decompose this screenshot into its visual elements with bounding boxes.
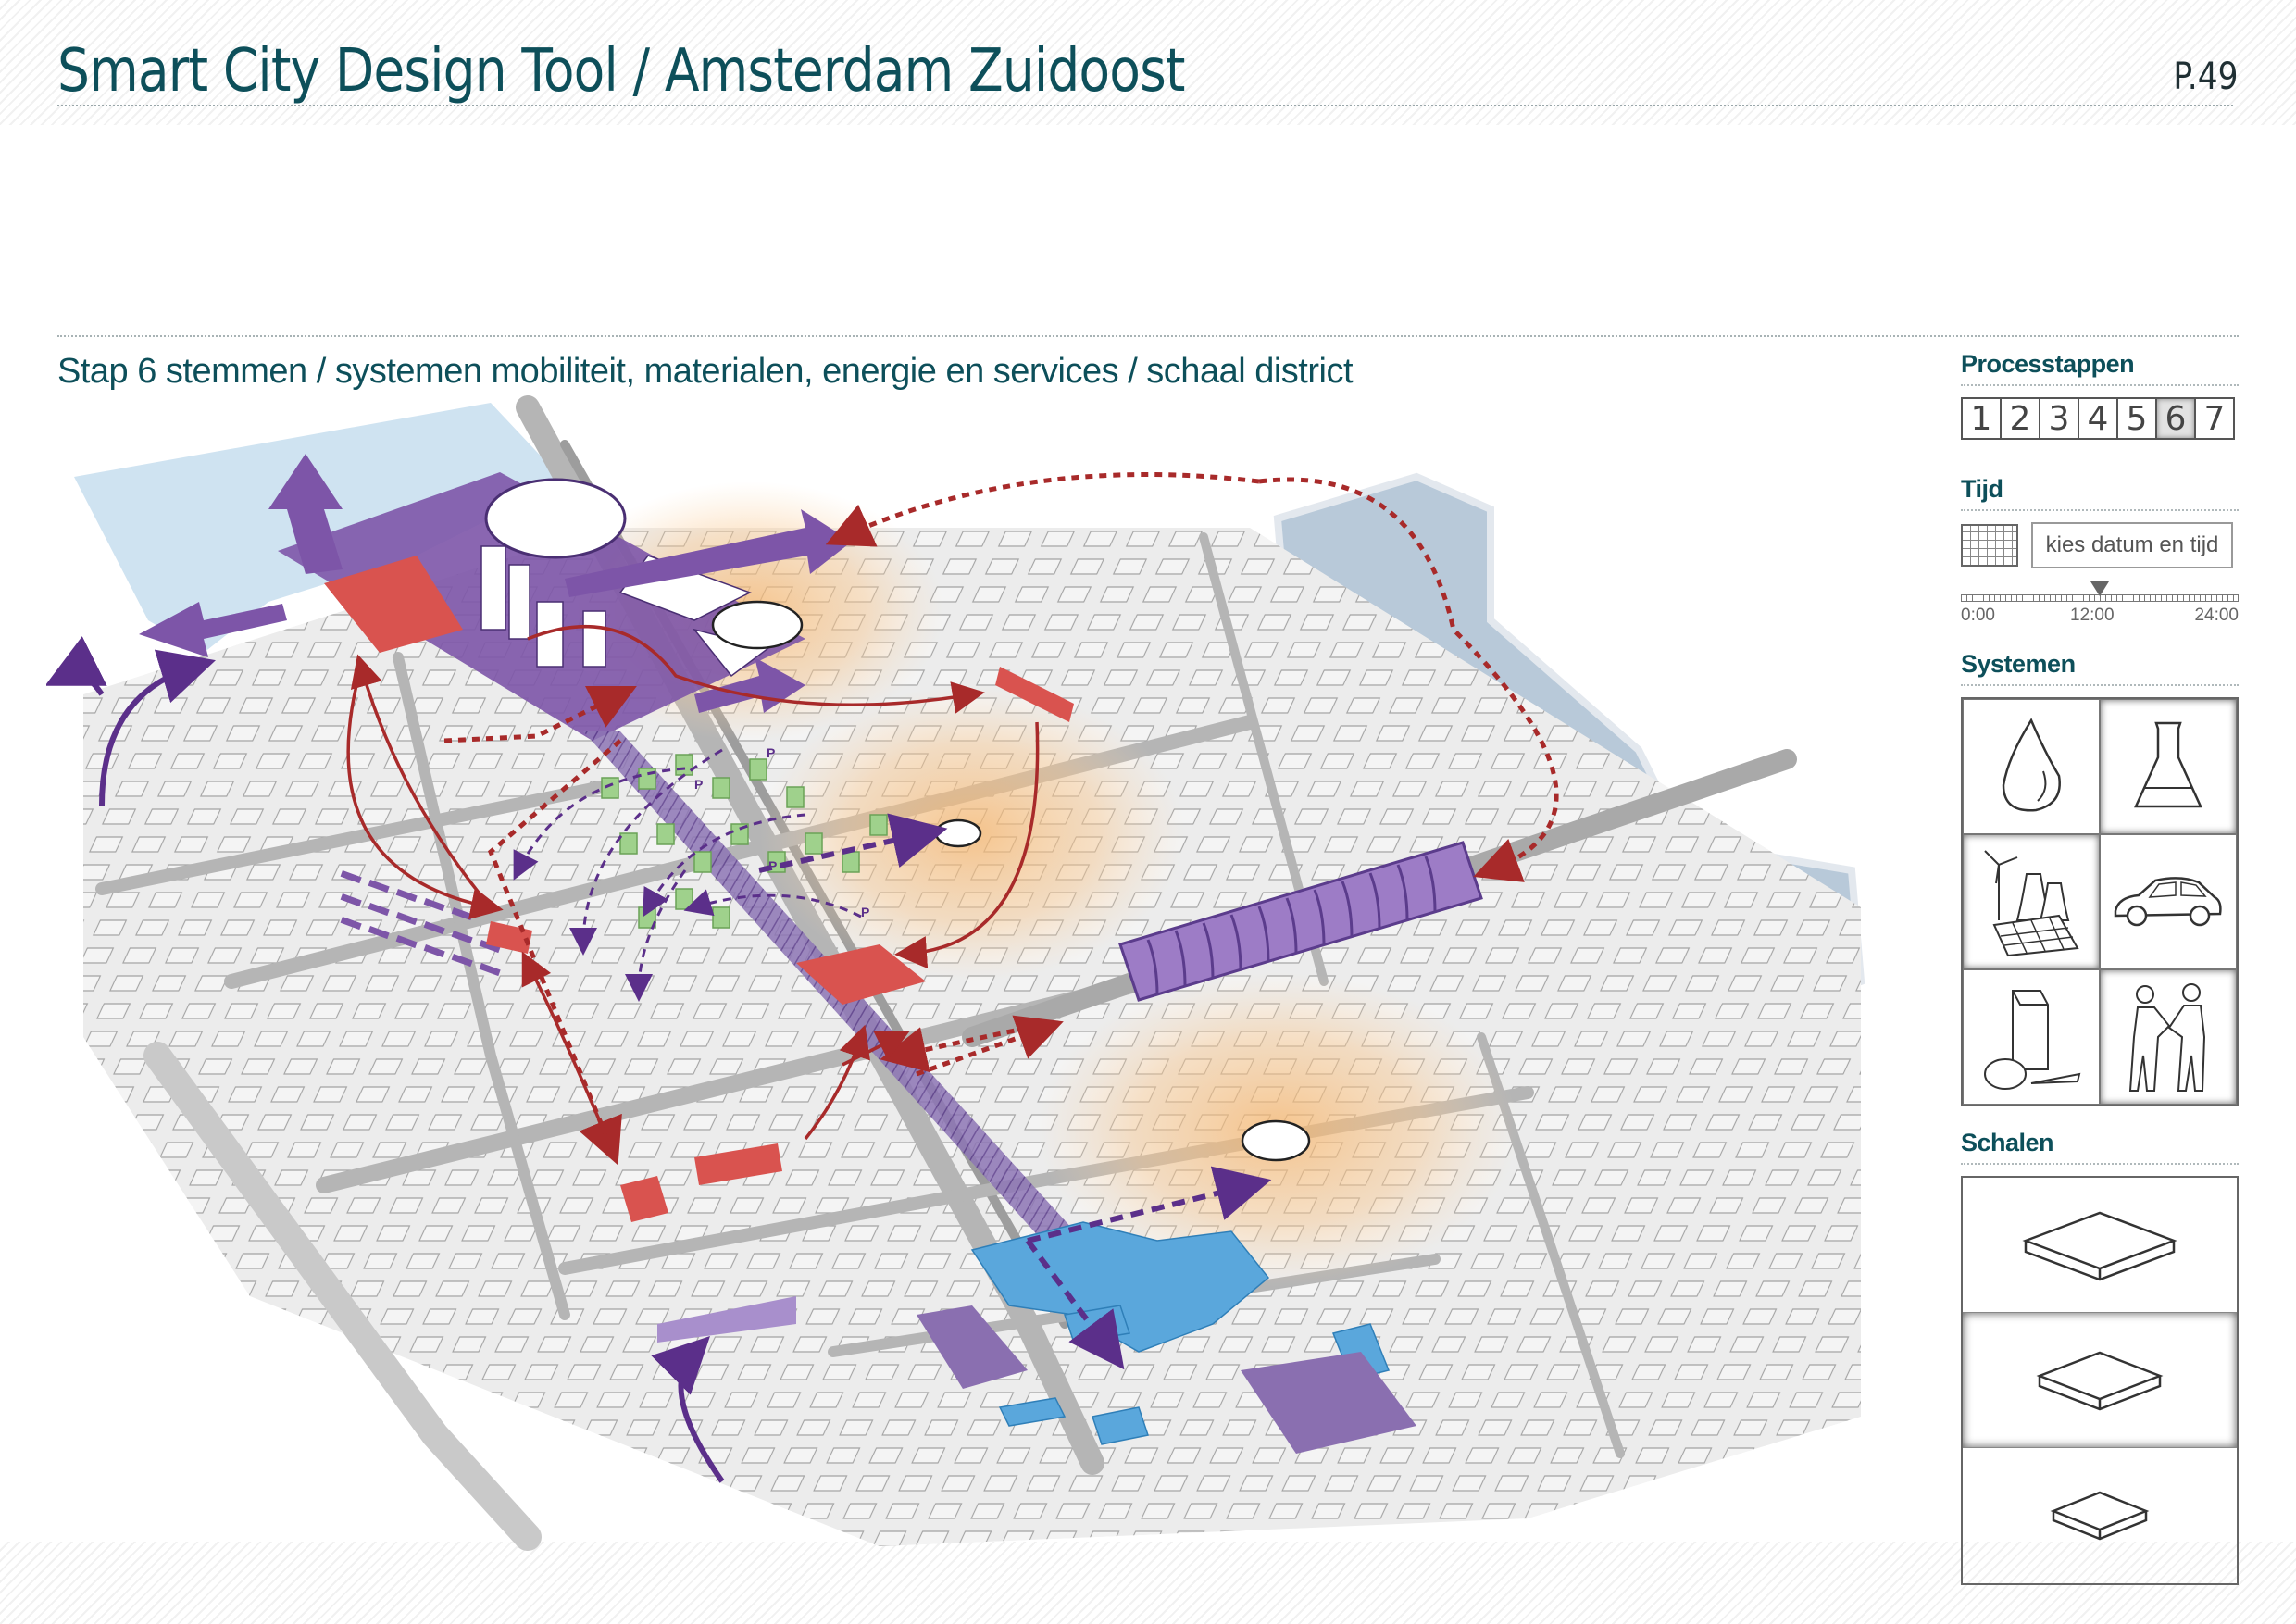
section-divider xyxy=(57,335,2239,337)
stadium xyxy=(484,478,627,559)
system-materials[interactable] xyxy=(2100,699,2237,834)
steps-heading: Processtappen xyxy=(1961,350,2239,386)
scale-large[interactable] xyxy=(1963,1178,2237,1313)
hub-north xyxy=(711,600,804,650)
page-title: Smart City Design Tool / Amsterdam Zuido… xyxy=(57,37,1185,106)
step-6[interactable]: 6 xyxy=(2157,399,2196,438)
parking-marker: P xyxy=(767,745,775,760)
parking-marker: P xyxy=(694,777,703,792)
scale-large-icon xyxy=(2022,1211,2177,1280)
time-label-end: 24:00 xyxy=(2194,606,2239,625)
step-7[interactable]: 7 xyxy=(2196,399,2233,438)
title-divider xyxy=(57,105,2233,106)
time-slider[interactable]: 0:00 12:00 24:00 xyxy=(1961,581,2239,625)
time-label-mid: 12:00 xyxy=(2070,606,2115,625)
system-water[interactable] xyxy=(1963,699,2100,834)
section-subtitle: Stap 6 stemmen / systemen mobiliteit, ma… xyxy=(57,352,1354,391)
scales-heading: Schalen xyxy=(1961,1129,2239,1165)
step-1[interactable]: 1 xyxy=(1963,399,2002,438)
district-map: P P P P xyxy=(44,389,1898,1555)
car-icon xyxy=(2114,877,2222,927)
flask-icon xyxy=(2134,721,2202,808)
parking-marker: P xyxy=(861,905,869,919)
hub-south xyxy=(1241,1119,1311,1162)
slider-thumb[interactable] xyxy=(2090,581,2109,596)
scales-selector xyxy=(1961,1176,2239,1585)
process-steps: 1 2 3 4 5 6 7 xyxy=(1961,397,2235,440)
step-2[interactable]: 2 xyxy=(2002,399,2040,438)
systems-heading: Systemen xyxy=(1961,650,2239,686)
scale-small-icon xyxy=(2050,1491,2150,1541)
step-3[interactable]: 3 xyxy=(2040,399,2079,438)
scale-medium[interactable] xyxy=(1963,1313,2237,1448)
date-time-button[interactable]: kies datum en tijd xyxy=(2031,522,2233,568)
system-services[interactable] xyxy=(2100,969,2237,1105)
step-5[interactable]: 5 xyxy=(2118,399,2157,438)
scale-medium-icon xyxy=(2036,1351,2164,1410)
system-energy[interactable] xyxy=(1963,834,2100,969)
systems-grid xyxy=(1961,697,2239,1106)
energy-icon xyxy=(1984,850,2079,957)
map-canvas: P P P P xyxy=(44,395,1866,1551)
system-food[interactable] xyxy=(1963,969,2100,1105)
page-number: P.49 xyxy=(2173,56,2239,98)
calendar-icon[interactable] xyxy=(1961,524,2018,567)
time-picker: kies datum en tijd xyxy=(1961,522,2239,568)
handshake-icon xyxy=(2128,983,2206,1092)
tool-panel: Processtappen 1 2 3 4 5 6 7 Tijd kies da… xyxy=(1961,350,2239,1585)
system-mobility[interactable] xyxy=(2100,834,2237,969)
time-heading: Tijd xyxy=(1961,475,2239,511)
scale-small[interactable] xyxy=(1963,1448,2237,1583)
time-label-start: 0:00 xyxy=(1961,606,1995,625)
step-4[interactable]: 4 xyxy=(2079,399,2118,438)
hub-center xyxy=(934,818,982,848)
food-icon xyxy=(1984,990,2081,1090)
water-drop-icon xyxy=(2002,718,2061,812)
